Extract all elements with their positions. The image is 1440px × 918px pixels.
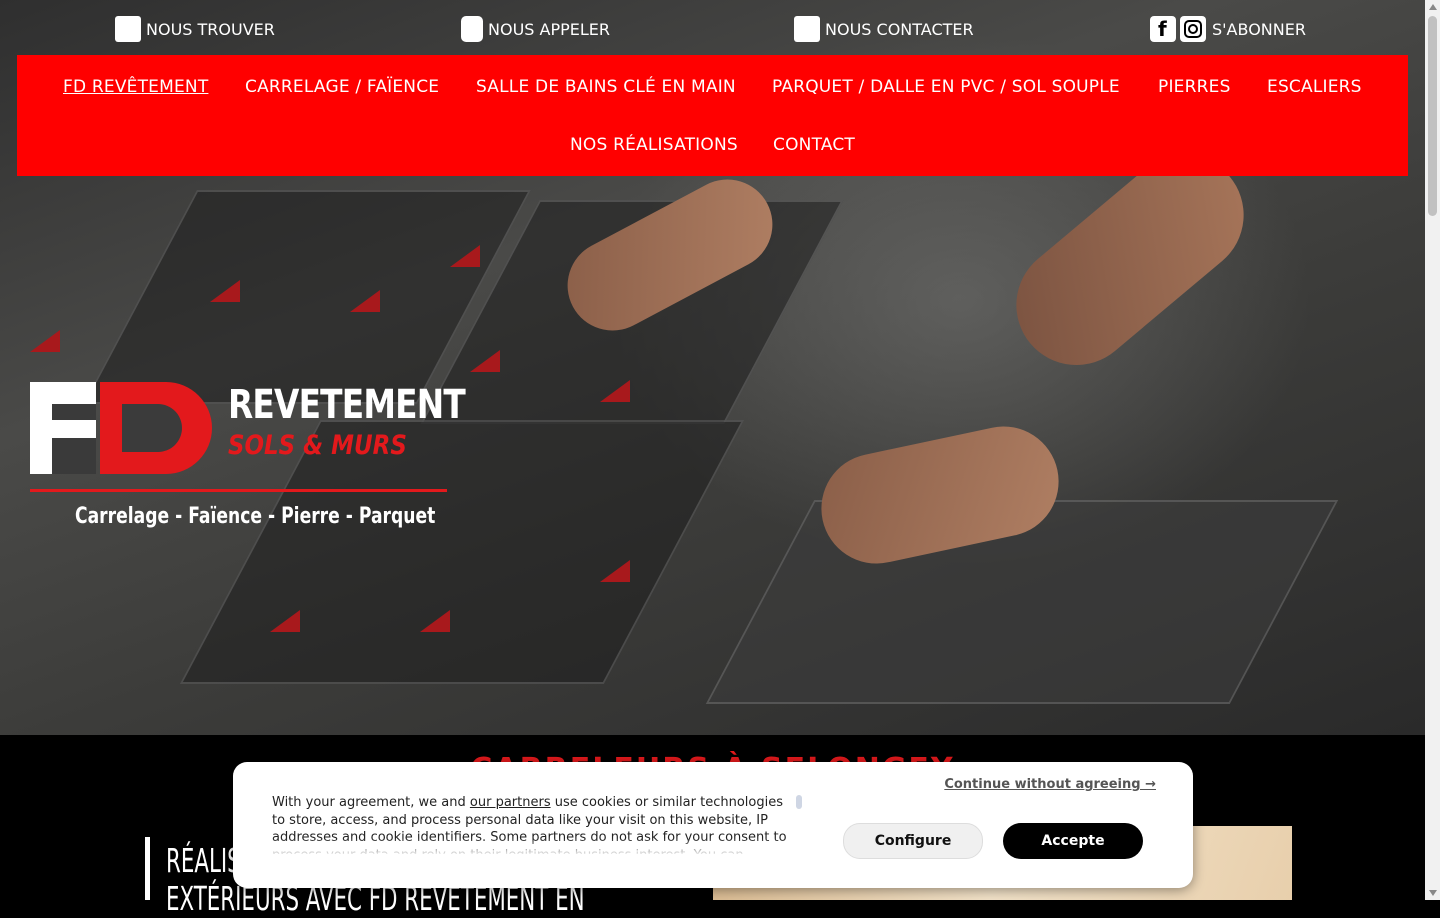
cookie-text-fade <box>272 838 792 856</box>
spacer-wedge <box>420 610 450 632</box>
cookie-text-part: With your agreement, we and <box>272 795 470 810</box>
mail-icon <box>794 16 820 42</box>
scroll-up-arrow-icon[interactable] <box>1429 4 1437 10</box>
nav-item-realisations[interactable]: NOS RÉALISATIONS <box>570 135 738 155</box>
page-scrollbar[interactable] <box>1425 0 1440 900</box>
nav-item-salle-de-bains[interactable]: SALLE DE BAINS CLÉ EN MAIN <box>476 77 736 97</box>
brand-logo[interactable]: REVETEMENT SOLS & MURS Carrelage - Faïen… <box>30 382 466 532</box>
spacer-wedge <box>470 350 500 372</box>
spacer-wedge <box>210 280 240 302</box>
spacer-wedge <box>600 560 630 582</box>
spacer-wedge <box>270 610 300 632</box>
subscribe-group: S'ABONNER <box>1150 16 1306 42</box>
spacer-wedge <box>600 380 630 402</box>
cookie-text-scrollbar[interactable] <box>796 795 802 809</box>
spacer-wedge <box>450 245 480 267</box>
nav-item-fd-revetement[interactable]: FD REVÊTEMENT <box>63 77 208 97</box>
nav-item-parquet[interactable]: PARQUET / DALLE EN PVC / SOL SOUPLE <box>772 77 1120 97</box>
spacer-wedge <box>30 330 60 352</box>
spacer-wedge <box>350 290 380 312</box>
contact-us-link[interactable]: NOUS CONTACTER <box>794 16 974 42</box>
store-icon <box>115 16 141 42</box>
configure-button[interactable]: Configure <box>843 823 983 859</box>
scrollbar-thumb[interactable] <box>1428 16 1437 216</box>
find-us-link[interactable]: NOUS TROUVER <box>115 16 275 42</box>
instagram-icon[interactable] <box>1180 16 1206 42</box>
logo-word-sols-murs: SOLS & MURS <box>228 430 407 461</box>
cookie-banner: Continue without agreeing → With your ag… <box>233 762 1193 888</box>
logo-letter-d <box>100 382 212 474</box>
headline-accent-bar <box>145 837 150 900</box>
subscribe-label[interactable]: S'ABONNER <box>1212 20 1306 39</box>
continue-without-agreeing-link[interactable]: Continue without agreeing → <box>944 777 1156 792</box>
contact-us-label: NOUS CONTACTER <box>825 19 974 39</box>
call-us-label: NOUS APPELER <box>488 19 611 39</box>
accept-button[interactable]: Accepte <box>1003 823 1143 859</box>
logo-tagline: Carrelage - Faïence - Pierre - Parquet <box>75 504 436 529</box>
logo-divider <box>30 489 447 492</box>
logo-word-revetement: REVETEMENT <box>228 382 466 428</box>
top-bar: NOUS TROUVER NOUS APPELER NOUS CONTACTER… <box>0 0 1425 56</box>
facebook-icon[interactable] <box>1150 16 1176 42</box>
logo-letter-f <box>30 382 96 474</box>
call-us-link[interactable]: NOUS APPELER <box>461 16 610 42</box>
scroll-down-arrow-icon[interactable] <box>1429 890 1437 896</box>
find-us-label: NOUS TROUVER <box>146 19 275 39</box>
nav-item-carrelage[interactable]: CARRELAGE / FAÏENCE <box>245 77 439 97</box>
nav-item-pierres[interactable]: PIERRES <box>1158 77 1231 97</box>
main-nav: FD REVÊTEMENT CARRELAGE / FAÏENCE SALLE … <box>17 55 1408 176</box>
nav-item-contact[interactable]: CONTACT <box>773 135 855 155</box>
phone-icon <box>461 16 483 42</box>
partners-link[interactable]: our partners <box>470 795 551 810</box>
nav-item-escaliers[interactable]: ESCALIERS <box>1267 77 1362 97</box>
